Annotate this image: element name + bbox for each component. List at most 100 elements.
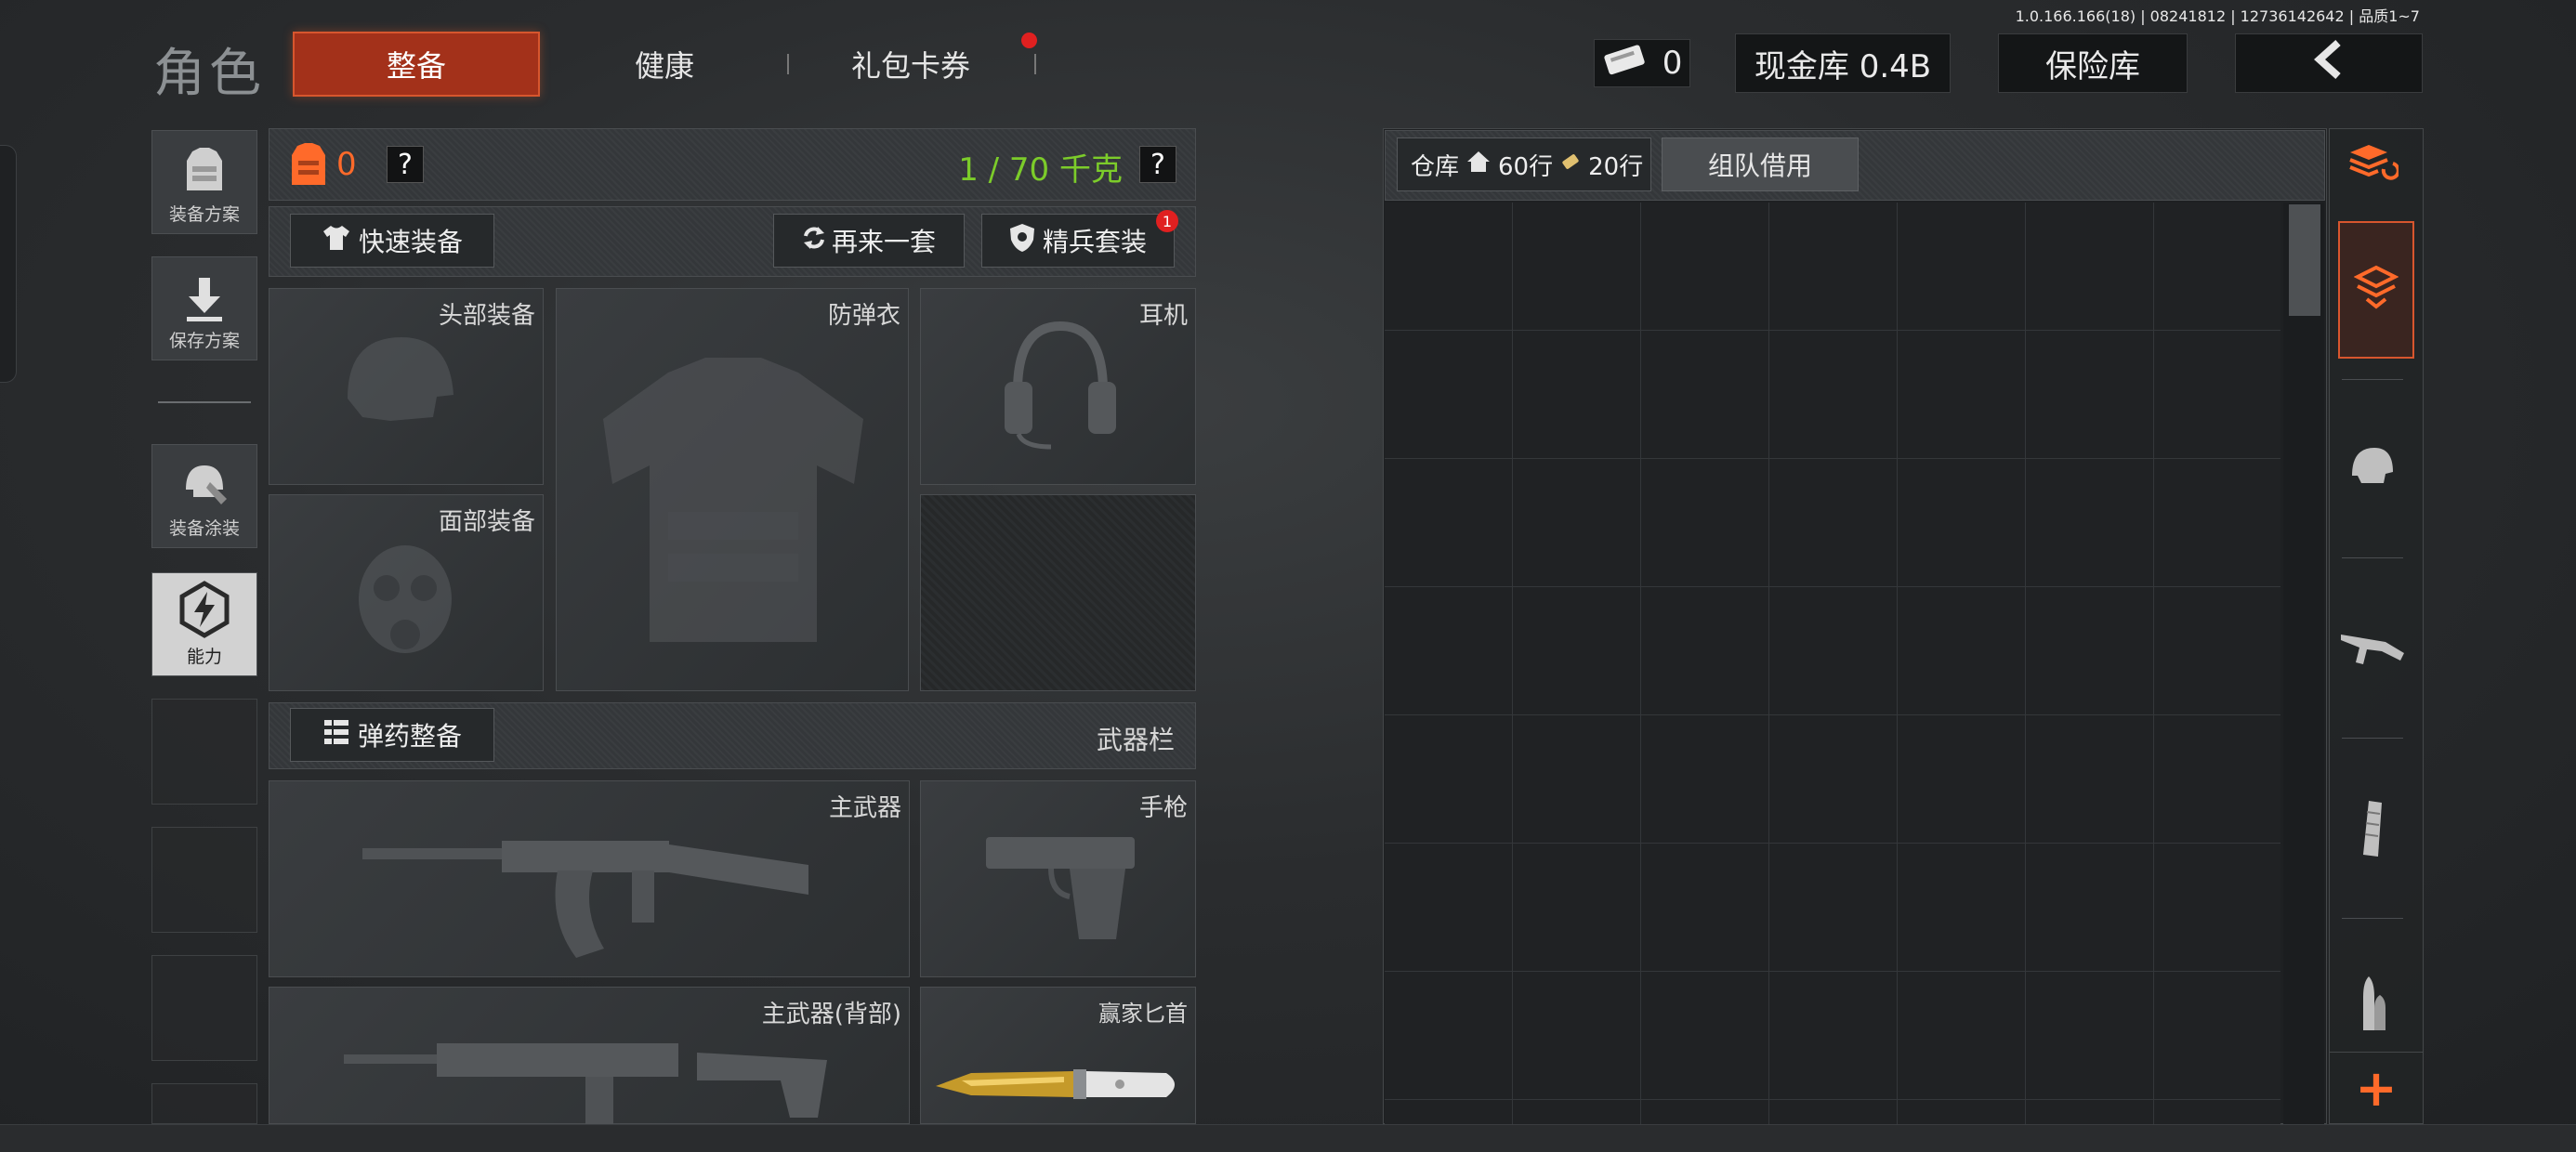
- armor-help-button[interactable]: ?: [387, 146, 424, 183]
- warehouse-info[interactable]: 仓库 60行 20行: [1397, 137, 1651, 191]
- warehouse-scrollbar-track[interactable]: [2283, 203, 2324, 1124]
- back-button[interactable]: [2235, 33, 2423, 93]
- ability-icon: [176, 581, 233, 643]
- category-helmet-tab[interactable]: [2335, 416, 2410, 518]
- loadout-plan-button[interactable]: 装备方案: [151, 130, 257, 234]
- body-armor-slot[interactable]: 防弹衣: [556, 288, 909, 691]
- notification-dot: [1021, 33, 1037, 48]
- pistol-slot[interactable]: 手枪: [920, 780, 1196, 977]
- tab-divider: [1034, 54, 1036, 74]
- helmet-skin-icon: [178, 458, 230, 515]
- ability-label: 能力: [186, 647, 222, 667]
- layers-icon: [2353, 264, 2399, 316]
- another-set-label: 再来一套: [831, 227, 936, 257]
- another-set-button[interactable]: 再来一套: [773, 214, 965, 268]
- empty-ability-slot[interactable]: [151, 1083, 257, 1124]
- face-equipment-label: 面部装备: [438, 508, 535, 536]
- knife-slot[interactable]: 赢家匕首: [920, 987, 1196, 1124]
- golden-knife-icon: [934, 1060, 1185, 1112]
- tab-loadout[interactable]: 整备: [293, 32, 540, 97]
- ticket-icon: [1602, 44, 1649, 84]
- category-divider: [2342, 379, 2403, 380]
- head-equipment-slot[interactable]: 头部装备: [269, 288, 544, 485]
- primary-weapon-label: 主武器: [828, 794, 901, 822]
- bottom-strip: [0, 1124, 2576, 1152]
- gas-mask-silhouette-icon: [349, 542, 461, 666]
- save-plan-label: 保存方案: [168, 331, 240, 351]
- category-divider: [2342, 738, 2403, 739]
- empty-ability-slot[interactable]: [151, 699, 257, 805]
- team-borrow-button[interactable]: 组队借用: [1662, 137, 1859, 191]
- face-equipment-slot[interactable]: 面部装备: [269, 494, 544, 691]
- body-armor-label: 防弹衣: [827, 302, 900, 330]
- armor-vest-icon: [290, 142, 327, 192]
- category-magazine-tab[interactable]: [2335, 777, 2410, 884]
- refresh-icon: [802, 225, 826, 257]
- empty-ability-slot[interactable]: [151, 955, 257, 1061]
- weapon-bar-label: 武器栏: [1096, 725, 1175, 755]
- sort-refresh-icon: [2346, 141, 2400, 190]
- headset-slot[interactable]: 耳机: [920, 288, 1196, 485]
- category-ammo-tab[interactable]: [2335, 966, 2410, 1046]
- sidebar-divider: [158, 401, 251, 403]
- vest-icon: [181, 146, 228, 201]
- save-plan-button[interactable]: 保存方案: [151, 256, 257, 360]
- home-icon: [1466, 151, 1491, 179]
- equipment-skin-button[interactable]: 装备涂装: [151, 444, 257, 548]
- knife-label: 赢家匕首: [1098, 1001, 1188, 1027]
- category-divider: [2342, 557, 2403, 558]
- safe-box-button[interactable]: 保险库: [1998, 33, 2188, 93]
- carbine-silhouette-icon: [344, 1034, 846, 1129]
- ticket-counter[interactable]: 0: [1594, 39, 1690, 87]
- ammo-equip-button[interactable]: 弹药整备: [290, 708, 494, 762]
- warehouse-grid[interactable]: [1385, 203, 2280, 1124]
- pistol-label: 手枪: [1138, 794, 1188, 822]
- ticket-count: 0: [1662, 45, 1683, 82]
- bullet-icon: [2354, 975, 2391, 1038]
- loadout-plan-label: 装备方案: [168, 204, 240, 225]
- loadout-status-bar: 0 ? 1 / 70 千克 ?: [269, 128, 1196, 201]
- download-icon: [183, 276, 226, 327]
- weight-value: 1 / 70 千克: [958, 151, 1123, 189]
- warehouse-scrollbar-thumb[interactable]: [2289, 204, 2320, 316]
- rifle-icon: [2339, 627, 2406, 672]
- back-primary-weapon-label: 主武器(背部): [761, 1001, 901, 1028]
- version-info: 1.0.166.166(18) | 08241812 | 12736142642…: [2015, 7, 2420, 25]
- magazine-icon: [2356, 799, 2389, 862]
- elite-set-button[interactable]: 精兵套装: [981, 214, 1175, 268]
- elite-set-label: 精兵套装: [1042, 227, 1147, 257]
- quick-equip-label: 快速装备: [358, 227, 463, 257]
- ammo-list-icon: [322, 718, 350, 753]
- tab-divider: [787, 54, 789, 74]
- side-drawer-handle[interactable]: [0, 145, 17, 383]
- headset-label: 耳机: [1138, 302, 1188, 330]
- tab-gift-coupons[interactable]: 礼包卡券: [799, 32, 1022, 97]
- ticket-small-icon: [1560, 151, 1581, 178]
- warehouse-home-rows: 60行: [1498, 152, 1554, 181]
- warehouse-extra-rows: 20行: [1588, 152, 1644, 181]
- ability-button[interactable]: 能力: [151, 572, 257, 676]
- empty-equipment-slot: [920, 494, 1196, 691]
- add-category-button[interactable]: +: [2329, 1052, 2424, 1124]
- empty-ability-slot[interactable]: [151, 827, 257, 933]
- cash-vault-button[interactable]: 现金库 0.4B: [1735, 33, 1951, 93]
- weight-help-button[interactable]: ?: [1139, 146, 1176, 183]
- category-all-tab[interactable]: [2338, 221, 2414, 359]
- helmet-icon: [2348, 444, 2397, 491]
- elite-set-badge: 1: [1156, 210, 1178, 232]
- warehouse-label: 仓库: [1411, 152, 1460, 181]
- body-armor-silhouette-icon: [585, 354, 882, 664]
- shirt-icon: [322, 224, 351, 258]
- chevron-left-icon: [2310, 39, 2347, 88]
- pistol-silhouette-icon: [977, 818, 1144, 952]
- back-primary-weapon-slot[interactable]: 主武器(背部): [269, 987, 910, 1125]
- assault-rifle-silhouette-icon: [362, 809, 827, 971]
- category-weapon-tab[interactable]: [2335, 595, 2410, 704]
- category-divider: [2342, 918, 2403, 919]
- sort-refresh-button[interactable]: [2335, 135, 2410, 196]
- ammo-equip-label: 弹药整备: [357, 721, 462, 752]
- primary-weapon-slot[interactable]: 主武器: [269, 780, 910, 977]
- quick-equip-button[interactable]: 快速装备: [290, 214, 494, 268]
- tab-health[interactable]: 健康: [558, 32, 771, 97]
- page-title: 角色: [153, 44, 265, 104]
